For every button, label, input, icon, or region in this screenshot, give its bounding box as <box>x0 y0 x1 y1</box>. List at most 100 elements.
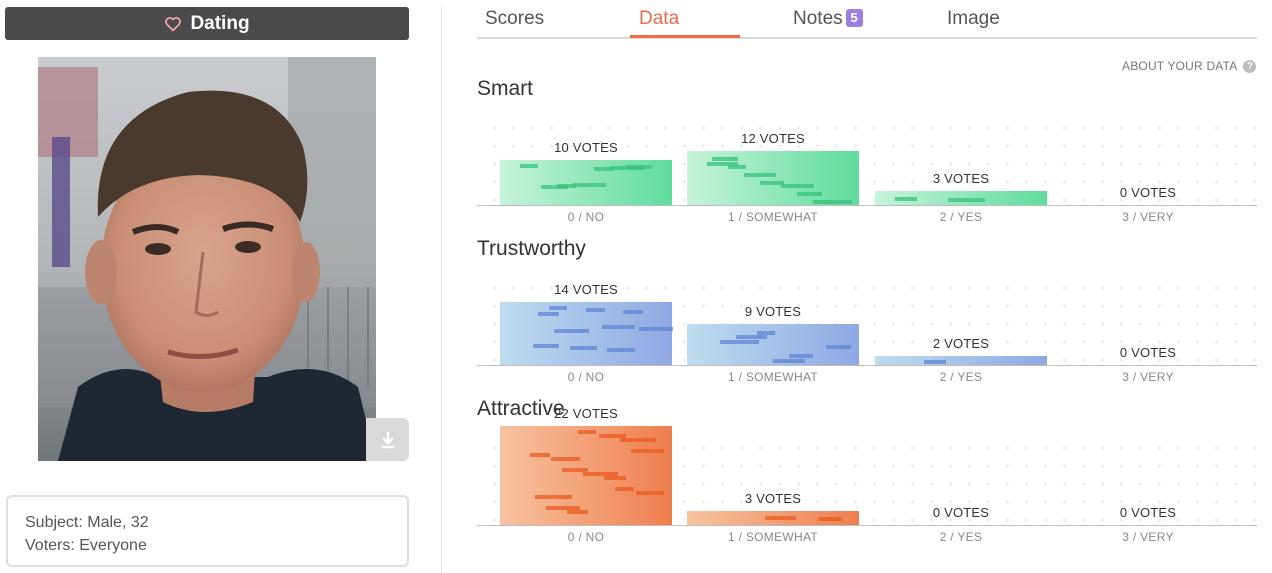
bar-texture-streak <box>551 457 580 461</box>
trustworthy-bar-1[interactable] <box>687 324 859 365</box>
bar-texture-streak <box>530 453 550 457</box>
attractive-vote-label-2: 0 VOTES <box>932 505 990 520</box>
bar-texture-streak <box>520 164 538 168</box>
download-icon <box>381 431 394 448</box>
trustworthy-bar-2[interactable] <box>875 356 1047 365</box>
bar-texture-streak <box>607 348 635 352</box>
bar-texture-streak <box>728 165 746 169</box>
attractive-bar-1[interactable] <box>687 511 859 525</box>
bar-texture-streak <box>533 344 559 348</box>
subject-photo <box>38 57 376 461</box>
trustworthy-vote-label-2: 2 VOTES <box>932 336 990 351</box>
smart-category-label-3: 3 / VERY <box>1122 210 1174 224</box>
bar-texture-streak <box>636 491 664 495</box>
category-bar: Dating <box>5 7 409 40</box>
bar-texture-streak <box>924 360 946 364</box>
bar-texture-streak <box>549 306 567 310</box>
chart-baseline <box>477 365 1257 366</box>
smart-category-label-0: 0 / NO <box>567 210 605 224</box>
bar-texture-streak <box>744 173 776 177</box>
bar-texture-streak <box>620 438 656 442</box>
tab-image-label: Image <box>947 8 1000 29</box>
attractive-vote-label-0: 22 VOTES <box>554 406 618 421</box>
notes-count-badge: 5 <box>845 9 863 27</box>
bar-texture-streak <box>602 325 635 329</box>
subject-line: Subject: Male, 32 <box>25 514 149 531</box>
about-data-link[interactable]: ABOUT YOUR DATA ? <box>1122 59 1257 73</box>
smart-vote-label-3: 0 VOTES <box>1119 185 1177 200</box>
bar-texture-streak <box>604 476 626 480</box>
trustworthy-category-label-1: 1 / SOMEWHAT <box>727 370 819 384</box>
bar-texture-streak <box>615 487 634 491</box>
bar-texture-streak <box>631 449 664 453</box>
attractive-bar-0[interactable] <box>500 426 672 525</box>
attractive-vote-label-3: 0 VOTES <box>1119 505 1177 520</box>
bar-texture-streak <box>948 198 985 202</box>
bar-texture-streak <box>538 312 559 316</box>
tab-data[interactable]: Data <box>639 8 679 30</box>
trustworthy-chart: 14 VOTES 0 / NO 9 VOTES 1 / SOMEWHAT 2 VOTES… <box>477 275 1257 384</box>
chart-baseline <box>477 205 1257 206</box>
bar-texture-streak <box>610 166 644 170</box>
smart-bar-0[interactable] <box>500 160 672 205</box>
heart-icon <box>165 16 182 32</box>
active-tab-indicator <box>630 35 740 38</box>
bar-texture-streak <box>535 495 572 499</box>
panel-divider <box>441 7 442 573</box>
attractive-category-label-2: 2 / YES <box>939 530 983 544</box>
tab-data-label: Data <box>639 8 680 29</box>
bar-texture-streak <box>570 346 597 350</box>
tab-bar: Scores Data Notes 5 Image <box>477 0 1257 39</box>
bar-texture-streak <box>720 340 759 344</box>
smart-category-label-2: 2 / YES <box>939 210 983 224</box>
trustworthy-vote-label-3: 0 VOTES <box>1119 345 1177 360</box>
bar-texture-streak <box>813 200 852 204</box>
bar-texture-streak <box>757 331 775 335</box>
bar-texture-streak <box>594 167 614 171</box>
bar-texture-streak <box>567 510 588 514</box>
section-title-smart: Smart <box>477 77 534 100</box>
tab-scores-label: Scores <box>485 8 545 29</box>
bar-texture-streak <box>712 157 738 161</box>
bar-texture-streak <box>895 197 917 201</box>
bar-texture-streak <box>623 310 643 314</box>
smart-bar-2[interactable] <box>875 191 1047 205</box>
trustworthy-vote-label-0: 14 VOTES <box>554 282 618 297</box>
attractive-category-label-0: 0 / NO <box>567 530 605 544</box>
tab-image[interactable]: Image <box>947 8 1000 30</box>
bar-texture-streak <box>736 335 767 339</box>
bar-texture-streak <box>554 329 589 333</box>
tab-scores[interactable]: Scores <box>485 8 544 30</box>
trustworthy-bar-0[interactable] <box>500 302 673 365</box>
category-label: Dating <box>190 12 250 34</box>
smart-vote-label-2: 3 VOTES <box>932 171 990 186</box>
trustworthy-category-label-0: 0 / NO <box>567 370 605 384</box>
trustworthy-category-label-2: 2 / YES <box>939 370 983 384</box>
tab-notes-label: Notes <box>793 8 843 29</box>
left-panel: Dating Subject: Male, 32 Voters: Everyon… <box>0 0 420 573</box>
help-icon: ? <box>1243 59 1257 73</box>
smart-chart: 10 VOTES 0 / NO 12 VOTES 1 / SOMEWHAT 3 VOTE… <box>477 115 1257 224</box>
bar-texture-streak <box>773 359 805 363</box>
download-button[interactable] <box>366 418 409 461</box>
subject-info-box: Subject: Male, 32 Voters: Everyone <box>6 495 409 567</box>
attractive-chart: 22 VOTES 0 / NO 3 VOTES 1 / SOMEWHAT 0 VOTES… <box>477 406 1257 544</box>
bar-texture-streak <box>797 192 822 196</box>
smart-bar-1[interactable] <box>687 151 859 205</box>
chart-baseline <box>477 525 1257 526</box>
bar-texture-streak <box>578 430 596 434</box>
tab-notes[interactable]: Notes 5 <box>793 8 863 30</box>
bar-texture-streak <box>781 184 814 188</box>
attractive-category-label-3: 3 / VERY <box>1122 530 1174 544</box>
section-title-trustworthy: Trustworthy <box>477 237 586 260</box>
trustworthy-category-label-3: 3 / VERY <box>1122 370 1174 384</box>
bar-texture-streak <box>573 183 606 187</box>
bar-texture-streak <box>765 516 796 520</box>
attractive-category-label-1: 1 / SOMEWHAT <box>727 530 819 544</box>
attractive-vote-label-1: 3 VOTES <box>744 491 802 506</box>
smart-vote-label-1: 12 VOTES <box>741 131 805 146</box>
bar-texture-streak <box>818 517 842 521</box>
smart-vote-label-0: 10 VOTES <box>554 140 618 155</box>
voters-line: Voters: Everyone <box>25 537 147 554</box>
bar-texture-streak <box>639 327 673 331</box>
